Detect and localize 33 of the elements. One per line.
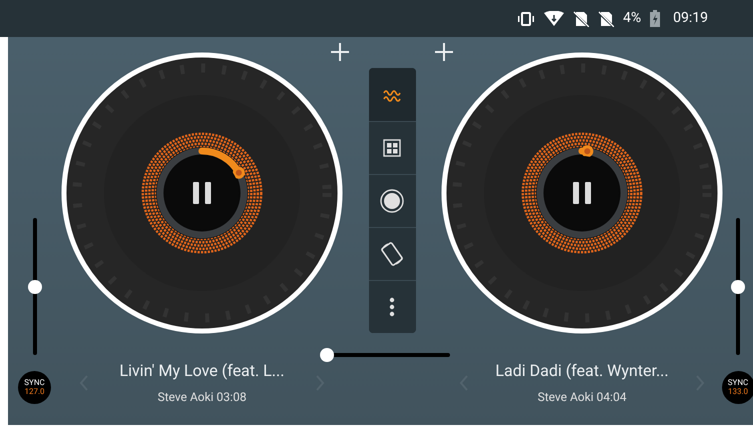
playhead-dial[interactable] [156,148,248,238]
toolbar-button[interactable] [368,68,416,121]
no-sim-icon [573,10,589,26]
track-title: Ladi Dadi (feat. Wynter... [495,360,669,382]
pause-icon[interactable] [193,182,211,204]
add-icon[interactable] [435,43,453,61]
playhead-dial[interactable] [536,145,628,238]
slider-thumb[interactable] [731,280,745,294]
slider-thumb[interactable] [28,280,42,294]
wave-icon [383,88,401,102]
clock: 09:19 [673,9,708,28]
sync-button[interactable]: SYNC 127.0 [18,371,51,404]
pitch-slider[interactable] [731,218,745,355]
wifi-icon [544,11,564,26]
battery-percent: 4% [623,9,642,28]
no-sim-icon [598,10,614,26]
battery-charging-icon [650,10,660,27]
more-icon [389,297,395,317]
track-artist-time: Steve Aoki 04:04 [538,389,626,406]
track-title: Livin' My Love (feat. L... [120,360,284,382]
rotate-screen-icon [379,241,405,267]
sync-button[interactable]: SYNC 133.0 [722,371,753,404]
grid-icon [383,139,401,157]
turntable-platter[interactable] [442,52,722,334]
record-icon [380,189,404,213]
crossfader-thumb[interactable] [320,348,334,362]
add-icon[interactable] [331,43,349,61]
pitch-slider[interactable] [28,218,42,355]
turntable-platter[interactable] [62,52,342,334]
crossfader[interactable] [320,348,450,362]
vibrate-icon [517,12,535,26]
pause-icon[interactable] [573,182,591,204]
track-artist-time: Steve Aoki 03:08 [158,389,246,406]
